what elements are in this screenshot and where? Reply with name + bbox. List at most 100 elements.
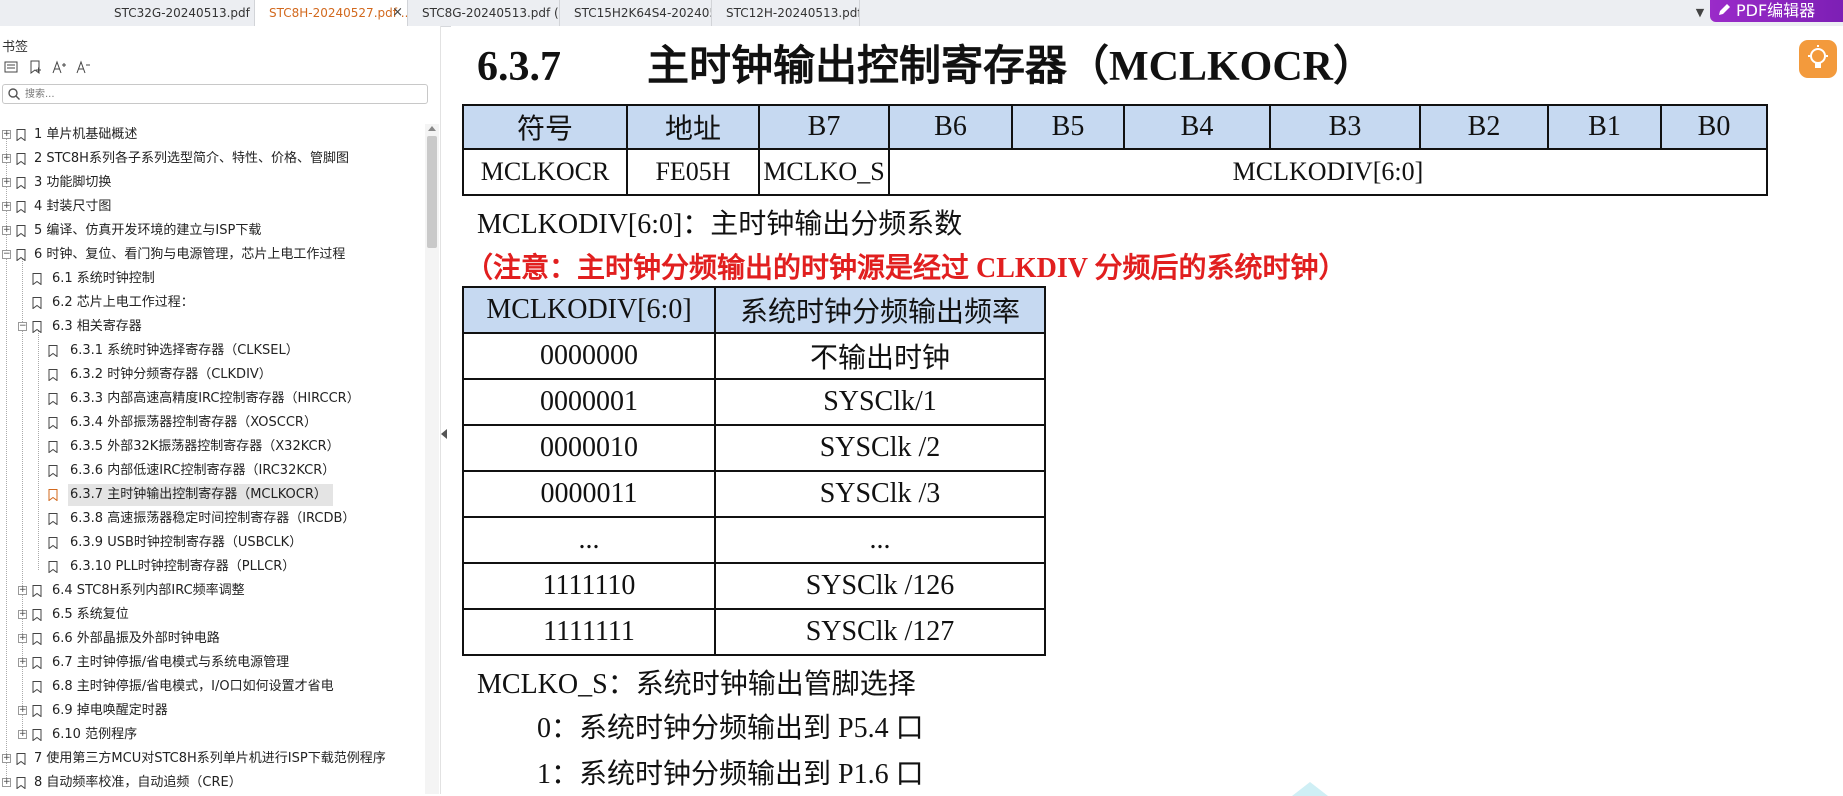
bookmark-icon	[48, 465, 58, 477]
tab-label: STC12H-20240513.pdf (...	[726, 6, 860, 20]
tab-stc32g[interactable]: STC32G-20240513.pdf (...	[100, 0, 255, 26]
bookmark-item[interactable]: +5 编译、仿真开发环境的建立与ISP下载	[0, 220, 425, 242]
bookmark-item[interactable]: +6.5 系统复位	[0, 604, 425, 626]
table-cell: 0000011	[462, 470, 716, 518]
pdf-editor-button[interactable]: PDF编辑器	[1710, 0, 1843, 22]
expand-icon[interactable]: +	[2, 754, 11, 763]
expand-icon[interactable]: +	[18, 706, 27, 715]
table-cell: MCLKOCR	[462, 148, 628, 196]
bookmark-label: 6.3.5 外部32K振荡器控制寄存器（X32KCR）	[70, 439, 340, 454]
bookmark-item[interactable]: +6.7 主时钟停振/省电模式与系统电源管理	[0, 652, 425, 674]
bookmark-item[interactable]: 6.8 主时钟停振/省电模式，I/O口如何设置才省电	[0, 676, 425, 698]
lightbulb-icon[interactable]	[1799, 40, 1837, 78]
bookmark-list-icon[interactable]	[2, 60, 20, 78]
heading-title: 主时钟输出控制寄存器（MCLKOCR）	[647, 44, 1375, 90]
tab-label: STC8G-20240513.pdf (已...	[422, 6, 559, 20]
expand-icon[interactable]: +	[2, 178, 11, 187]
bookmark-sidebar: 书签 +1 单片机基础概述+2 STC8H系列各子系列选型简介、特性、价格、管脚…	[0, 26, 441, 794]
bookmark-tree: +1 单片机基础概述 +2 STC8H系列各子系列选型简介、特性、价格、管脚图 +3…	[0, 124, 425, 794]
bookmark-item[interactable]: 6.1 系统时钟控制	[0, 268, 425, 290]
bookmark-item[interactable]: +4 封装尺寸图	[0, 196, 425, 218]
bookmark-label: 6.7 主时钟停振/省电模式与系统电源管理	[52, 655, 290, 670]
bookmark-item[interactable]: +6.4 STC8H系列内部IRC频率调整	[0, 580, 425, 602]
bookmark-item[interactable]: 6.3.4 外部振荡器控制寄存器（XOSCCR）	[0, 412, 425, 434]
expand-icon[interactable]: +	[18, 586, 27, 595]
bookmark-item[interactable]: 6.3.3 内部高速高精度IRC控制寄存器（HIRCCR）	[0, 388, 425, 410]
scroll-up-icon[interactable]	[428, 126, 436, 131]
bookmark-item[interactable]: +7 使用第三方MCU对STC8H系列单片机进行ISP下载范例程序	[0, 748, 425, 770]
bookmark-label: 6.10 范例程序	[52, 727, 138, 742]
bookmark-label: 6.3.7 主时钟输出控制寄存器（MCLKOCR）	[68, 484, 333, 506]
bookmark-item[interactable]: 6.2 芯片上电工作过程：	[0, 292, 425, 314]
bookmark-item[interactable]: +6.10 范例程序	[0, 724, 425, 746]
bookmark-item[interactable]: 6.3.1 系统时钟选择寄存器（CLKSEL）	[0, 340, 425, 362]
divider-table: MCLKODIV[6:0] 系统时钟分频输出频率 0000000 不输出时钟 00…	[462, 286, 1046, 656]
bookmark-add-icon[interactable]	[26, 60, 44, 78]
table-header-cell: 地址	[626, 104, 760, 150]
sidebar-scrollbar[interactable]	[425, 124, 439, 794]
bookmark-item[interactable]: +2 STC8H系列各子系列选型简介、特性、价格、管脚图	[0, 148, 425, 170]
expand-icon[interactable]: +	[2, 778, 11, 787]
heading-number: 6.3.7	[477, 44, 561, 90]
bookmark-item[interactable]: +1 单片机基础概述	[0, 124, 425, 146]
expand-icon[interactable]: +	[2, 202, 11, 211]
expand-icon[interactable]: +	[18, 730, 27, 739]
bookmark-item[interactable]: 6.3.8 高速振荡器稳定时间控制寄存器（IRCDB）	[0, 508, 425, 530]
chevron-down-icon[interactable]: ▼	[1690, 0, 1710, 26]
scroll-thumb[interactable]	[427, 136, 437, 248]
bookmark-label: 6.3.3 内部高速高精度IRC控制寄存器（HIRCCR）	[70, 391, 360, 406]
bookmark-label: 6.6 外部晶振及外部时钟电路	[52, 631, 220, 646]
bookmark-label: 6.3.6 内部低速IRC控制寄存器（IRC32KCR）	[70, 463, 336, 478]
table-header-cell: B1	[1547, 104, 1662, 150]
bookmark-item[interactable]: − 6 时钟、复位、看门狗与电源管理，芯片上电工作过程	[0, 244, 425, 266]
bookmark-icon	[16, 201, 26, 213]
table-header-row: 符号 地址 B7 B6 B5 B4 B3 B2 B1 B0	[462, 104, 1768, 150]
tab-stc8h[interactable]: STC8H-20240527.pdf ... ×	[255, 0, 408, 26]
bookmark-item[interactable]: +6.6 外部晶振及外部时钟电路	[0, 628, 425, 650]
table-cell: 0000000	[462, 332, 716, 380]
bookmark-search[interactable]	[2, 84, 428, 104]
search-input[interactable]	[25, 86, 420, 102]
bookmark-item[interactable]: − 6.3 相关寄存器	[0, 316, 425, 338]
bookmark-icon	[48, 345, 58, 357]
table-header-row: MCLKODIV[6:0] 系统时钟分频输出频率	[462, 286, 1046, 334]
table-cell: 不输出时钟	[714, 332, 1046, 380]
table-header-cell: B4	[1123, 104, 1271, 150]
bookmark-item[interactable]: +6.9 掉电唤醒定时器	[0, 700, 425, 722]
pdf-page: 6.3.7 主时钟输出控制寄存器（MCLKOCR） 符号 地址 B7 B6 B5 …	[451, 26, 1843, 794]
tab-stc15h[interactable]: STC15H2K64S4-20240514....	[560, 0, 712, 26]
table-cell: SYSClk /2	[714, 424, 1046, 472]
bookmark-icon	[32, 705, 42, 717]
expand-icon[interactable]: +	[2, 130, 11, 139]
bookmark-item[interactable]: +8 自动频率校准，自动追频（CRE）	[0, 772, 425, 794]
table-row: 0000011 SYSClk /3	[462, 470, 1046, 518]
expand-icon[interactable]: +	[2, 226, 11, 235]
bookmark-item[interactable]: 6.3.6 内部低速IRC控制寄存器（IRC32KCR）	[0, 460, 425, 482]
mclko-s-description: MCLKO_S：系统时钟输出管脚选择	[477, 669, 916, 700]
bookmark-label: 1 单片机基础概述	[34, 127, 138, 142]
collapse-icon[interactable]: −	[2, 250, 11, 259]
bookmark-item[interactable]: 6.3.2 时钟分频寄存器（CLKDIV）	[0, 364, 425, 386]
font-increase-icon[interactable]	[50, 60, 68, 78]
expand-icon[interactable]: +	[18, 610, 27, 619]
collapse-icon[interactable]: −	[18, 322, 27, 331]
collapse-sidebar-icon[interactable]	[441, 429, 447, 439]
bookmark-label: 8 自动频率校准，自动追频（CRE）	[34, 775, 242, 790]
tab-stc8g[interactable]: STC8G-20240513.pdf (已...	[408, 0, 560, 26]
bookmark-icon	[32, 633, 42, 645]
bookmark-item[interactable]: +3 功能脚切换	[0, 172, 425, 194]
tab-stc12h[interactable]: STC12H-20240513.pdf (...	[712, 0, 860, 26]
bookmark-label: 6.3.9 USB时钟控制寄存器（USBCLK）	[70, 535, 303, 550]
bookmark-icon	[48, 417, 58, 429]
bookmark-item[interactable]: 6.3.9 USB时钟控制寄存器（USBCLK）	[0, 532, 425, 554]
table-header-cell: B2	[1419, 104, 1549, 150]
close-icon[interactable]: ×	[392, 0, 403, 26]
expand-icon[interactable]: +	[18, 658, 27, 667]
bookmark-label: 6.4 STC8H系列内部IRC频率调整	[52, 583, 245, 598]
bookmark-item[interactable]: 6.3.5 外部32K振荡器控制寄存器（X32KCR）	[0, 436, 425, 458]
expand-icon[interactable]: +	[2, 154, 11, 163]
bookmark-item[interactable]: 6.3.10 PLL时钟控制寄存器（PLLCR）	[0, 556, 425, 578]
bookmark-item[interactable]: 6.3.7 主时钟输出控制寄存器（MCLKOCR）	[0, 484, 425, 506]
font-decrease-icon[interactable]	[74, 60, 92, 78]
expand-icon[interactable]: +	[18, 634, 27, 643]
